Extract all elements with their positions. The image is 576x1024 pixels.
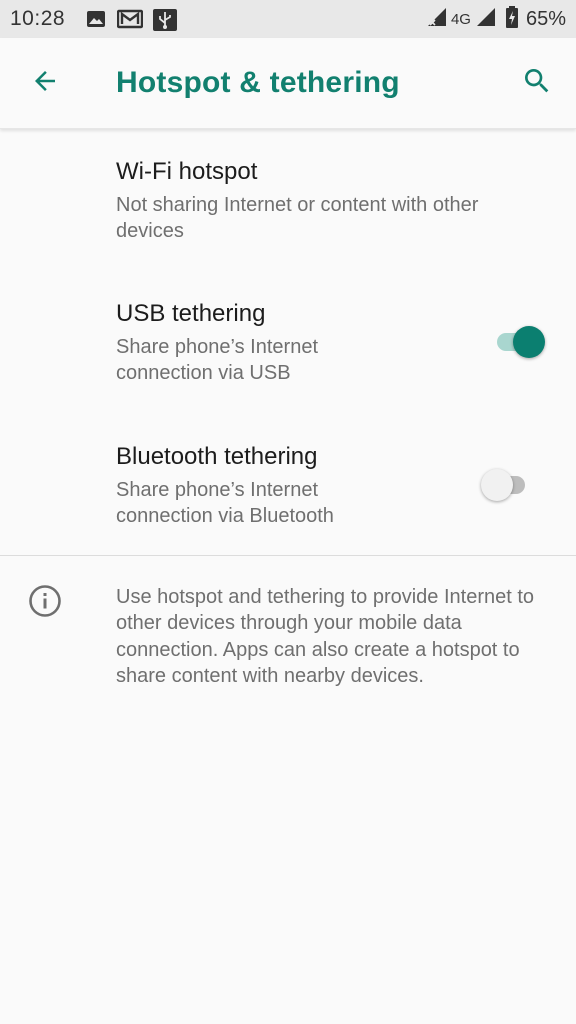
usb-tethering-toggle[interactable] bbox=[493, 326, 547, 358]
search-icon bbox=[521, 65, 553, 102]
status-time: 10:28 bbox=[10, 7, 66, 30]
app-bar: Hotspot & tethering bbox=[0, 38, 576, 129]
toggle-thumb bbox=[481, 469, 513, 501]
divider bbox=[0, 555, 576, 556]
gmail-icon bbox=[116, 9, 144, 34]
arrow-left-icon bbox=[30, 66, 60, 101]
status-bar: 10:28 4G 65% bbox=[0, 0, 576, 38]
pref-summary: Share phone’s Internet connection via Bl… bbox=[116, 479, 334, 527]
info-text: Use hotspot and tethering to provide Int… bbox=[116, 586, 535, 687]
battery-percent: 65% bbox=[525, 7, 566, 30]
pref-title: Wi-Fi hotspot bbox=[116, 158, 258, 185]
pref-title: USB tethering bbox=[116, 300, 266, 327]
signal-icon bbox=[476, 7, 496, 32]
pref-summary: Not sharing Internet or content with oth… bbox=[116, 194, 479, 242]
info-icon bbox=[28, 584, 62, 618]
pref-title: Bluetooth tethering bbox=[116, 443, 318, 470]
battery-charging-icon bbox=[505, 5, 519, 33]
bluetooth-tethering-toggle[interactable] bbox=[481, 469, 535, 501]
pref-summary: Share phone’s Internet connection via US… bbox=[116, 336, 319, 384]
usb-icon bbox=[153, 9, 177, 36]
page-title: Hotspot & tethering bbox=[116, 66, 400, 99]
bluetooth-tethering-item[interactable]: Bluetooth tethering Share phone’s Intern… bbox=[0, 423, 576, 555]
back-button[interactable] bbox=[22, 60, 68, 106]
search-button[interactable] bbox=[514, 60, 560, 106]
signal-icon bbox=[427, 7, 449, 32]
toggle-thumb bbox=[513, 326, 545, 358]
usb-tethering-item[interactable]: USB tethering Share phone’s Internet con… bbox=[0, 280, 576, 412]
image-icon bbox=[86, 9, 106, 34]
wifi-hotspot-item[interactable]: Wi-Fi hotspot Not sharing Internet or co… bbox=[0, 138, 576, 270]
network-type: 4G bbox=[450, 10, 471, 28]
